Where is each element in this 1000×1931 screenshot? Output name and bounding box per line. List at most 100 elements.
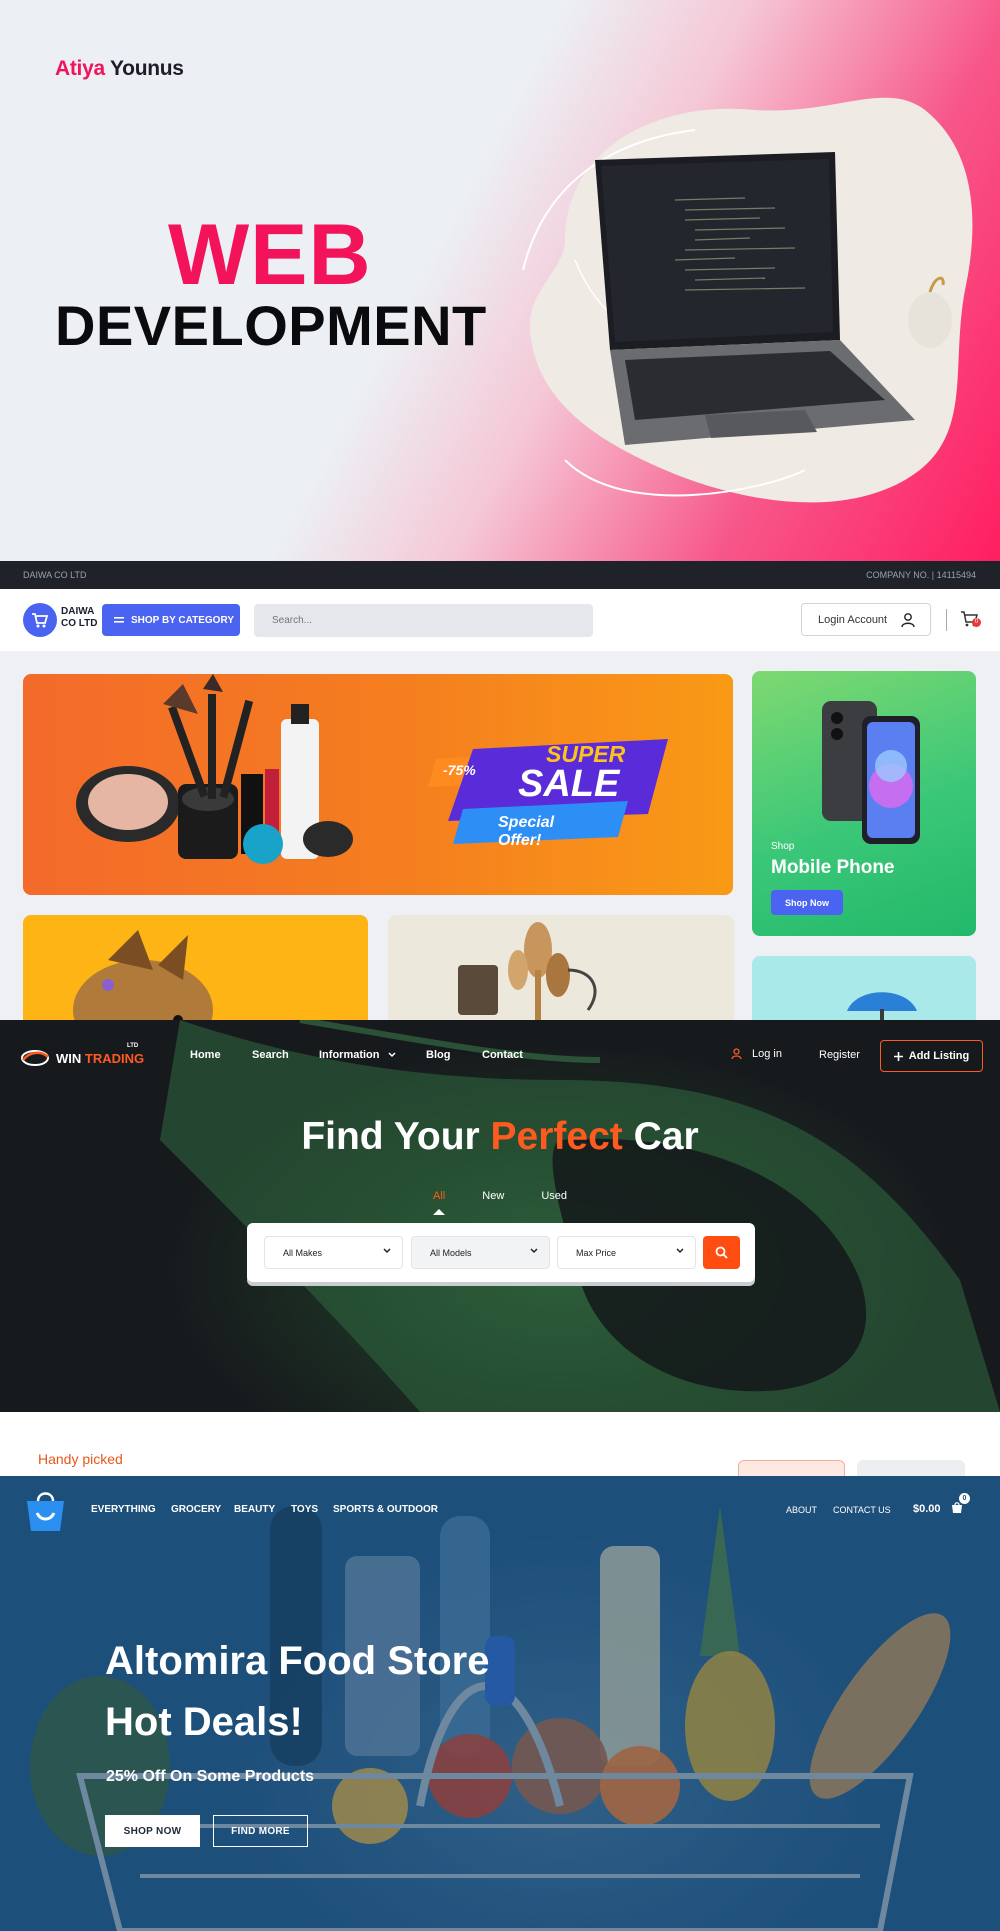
nav-search[interactable]: Search [252,1049,289,1061]
nav-grocery[interactable]: GROCERY [171,1504,221,1515]
shop-now-button[interactable]: SHOP NOW [105,1815,200,1847]
nav-home[interactable]: Home [190,1049,221,1061]
nav-blog[interactable]: Blog [426,1049,450,1061]
hero-title-accent: Perfect [490,1115,623,1158]
nav-contact[interactable]: Contact [482,1049,523,1061]
register-link[interactable]: Register [819,1049,860,1061]
company-number: COMPANY NO. | 14115494 [866,570,976,580]
car-search-hero: WIN TRADING LTD Home Search Information … [0,1020,1000,1412]
hero-title-start: Find Your [301,1115,491,1158]
login-label: Log in [752,1048,782,1060]
chevron-down-icon [383,1248,391,1254]
nav-toys[interactable]: TOYS [291,1504,318,1515]
discount-text: -75% [443,762,476,778]
phone-image [822,701,920,844]
cart-button[interactable]: 0 [960,610,981,633]
hero-subtitle: 25% Off On Some Products [106,1768,315,1785]
dog-image [73,930,213,1020]
tab-new[interactable]: New [482,1190,504,1202]
filter-pill[interactable] [857,1460,965,1476]
plus-icon [893,1051,903,1061]
condition-tabs: All New Used [0,1190,1000,1215]
logo-name-main: WIN [56,1050,82,1066]
top-bar: DAIWA CO LTD COMPANY NO. | 14115494 [0,561,1000,589]
car-logo-icon [21,1050,49,1066]
add-listing-label: Add Listing [908,1050,970,1062]
shop-now-button[interactable]: Shop Now [771,890,843,915]
logo-name-accent: TRADING [84,1050,145,1066]
card-title: Mobile Phone [771,857,895,878]
kitchen-category-tile[interactable] [388,915,734,1020]
win-trading-section: WIN TRADING LTD Home Search Information … [0,1020,1000,1476]
card-shop-label: Shop [771,841,795,852]
makes-select-value: All Makes [283,1247,323,1258]
handy-picked-label: Handy picked [38,1451,123,1467]
tab-used[interactable]: Used [541,1190,567,1202]
altomira-food-store-section: EVERYTHING GROCERY BEAUTY TOYS SPORTS & … [0,1476,1000,1931]
hero-title-end: Car [622,1115,699,1158]
nav-sports-outdoor[interactable]: SPORTS & OUTDOOR [333,1504,438,1515]
add-listing-button[interactable]: Add Listing [880,1040,983,1072]
super-sale-banner[interactable]: -75% SUPER SALE Special Offer! [23,674,733,895]
store-header: DAIWA CO LTD SHOP BY CATEGORY Login Acco… [0,589,1000,651]
nav-information[interactable]: Information [319,1049,396,1061]
max-price-select[interactable]: Max Price [557,1236,696,1269]
hero-title-line-1: Altomira Food Store [105,1639,490,1683]
store-logo[interactable] [23,603,57,637]
max-price-select-value: Max Price [576,1247,617,1258]
search-icon [715,1246,728,1259]
logo-name: WIN TRADING [56,1051,144,1066]
tab-all[interactable]: All [433,1190,446,1215]
company-name: DAIWA CO LTD [23,570,87,580]
search-button[interactable] [703,1236,740,1269]
login-link[interactable]: Log in [731,1048,782,1060]
cart-count-badge: 0 [972,618,981,627]
brand-last-name: Younus [110,57,184,80]
cosmetics-image [76,674,353,864]
brand-name[interactable]: Atiya Younus [55,57,184,81]
outdoor-category-tile[interactable] [752,956,976,1020]
nav-everything[interactable]: EVERYTHING [91,1504,156,1515]
hero-title-web: WEB [168,207,372,303]
daiwa-store-section: DAIWA CO LTD COMPANY NO. | 14115494 DAIW… [0,561,1000,1020]
shop-by-category-button[interactable]: SHOP BY CATEGORY [102,604,240,636]
nav-contact-us[interactable]: CONTACT US [833,1505,891,1515]
cart-logo-icon [32,613,49,628]
models-select-value: All Models [430,1247,472,1258]
find-more-button[interactable]: FIND MORE [213,1815,308,1847]
cart-total: $0.00 [913,1503,941,1515]
hero-title-development: DEVELOPMENT [55,294,487,357]
pets-category-tile[interactable] [23,915,368,1020]
win-trading-logo[interactable]: WIN TRADING LTD [20,1043,144,1068]
login-account-label: Login Account [818,613,888,626]
cart-count-badge: 0 [959,1493,970,1504]
user-icon [731,1048,742,1060]
logo-ltd: LTD [127,1043,139,1049]
search-input[interactable] [254,604,593,637]
nav-information-label: Information [319,1049,380,1061]
filter-pill-active[interactable] [738,1460,845,1476]
login-account-button[interactable]: Login Account [801,603,931,636]
shop-by-category-label: SHOP BY CATEGORY [131,614,234,626]
header-divider [946,609,947,631]
shopping-bag-logo-icon[interactable] [23,1489,68,1533]
mobile-phone-card[interactable]: Shop Mobile Phone Shop Now [752,671,976,936]
chevron-down-icon [530,1248,538,1254]
chevron-down-icon [388,1052,396,1058]
laptop-illustration [522,97,973,503]
special-offer-text: Special Offer! [498,814,555,849]
car-background-image [160,1020,1000,1412]
store-logo-text: DAIWA CO LTD [61,606,98,629]
nav-about[interactable]: ABOUT [786,1505,817,1515]
brand-first-name: Atiya [55,57,105,80]
cart-button[interactable]: 0 [951,1493,970,1519]
umbrella-image [847,992,917,1020]
models-select[interactable]: All Models [411,1236,550,1269]
nav-beauty[interactable]: BEAUTY [234,1504,275,1515]
makes-select[interactable]: All Makes [264,1236,403,1269]
hero-title-line-2: Hot Deals! [105,1700,303,1744]
sale-text: SALE [518,763,620,805]
web-development-hero: Atiya Younus WEB DEVELOPMENT [0,0,1000,561]
utensils-image [458,922,597,1020]
chevron-down-icon [676,1248,684,1254]
